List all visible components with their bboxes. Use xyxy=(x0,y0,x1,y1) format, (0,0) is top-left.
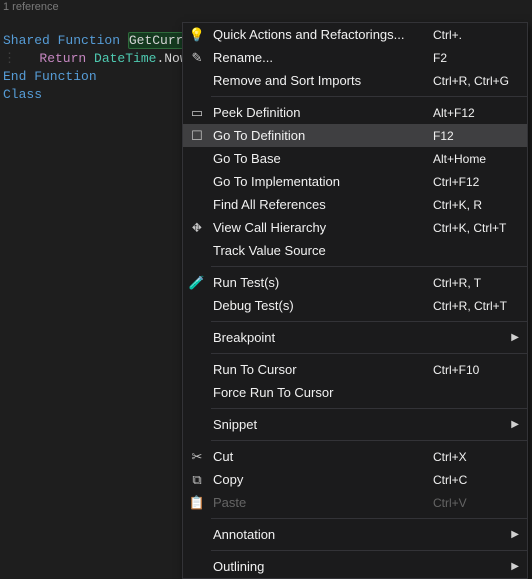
menu-item-label: Go To Definition xyxy=(211,128,423,143)
menu-item-label: Paste xyxy=(211,495,423,510)
keyword-end-function: End Function xyxy=(3,69,97,84)
menu-item-label: Track Value Source xyxy=(211,243,423,258)
rename-icon: ✎ xyxy=(183,50,211,66)
menu-item-shortcut: Ctrl+R, Ctrl+T xyxy=(423,299,509,313)
menu-item-label: Outlining xyxy=(211,559,423,574)
menu-item-shortcut: Ctrl+X xyxy=(423,450,509,464)
menu-item-shortcut: Ctrl+R, T xyxy=(423,276,509,290)
cut-icon: ✂ xyxy=(183,449,211,465)
menu-separator xyxy=(211,321,527,322)
menu-item-label: Go To Implementation xyxy=(211,174,423,189)
menu-item-label: Quick Actions and Refactorings... xyxy=(211,27,423,42)
menu-item-force-run-to-cursor[interactable]: Force Run To Cursor xyxy=(183,381,527,404)
menu-item-label: Rename... xyxy=(211,50,423,65)
menu-item-debug-test-s[interactable]: Debug Test(s)Ctrl+R, Ctrl+T xyxy=(183,294,527,317)
peek-icon: ▭ xyxy=(183,105,211,121)
menu-item-label: Snippet xyxy=(211,417,423,432)
lightbulb-icon: 💡 xyxy=(183,27,211,43)
menu-item-cut[interactable]: ✂CutCtrl+X xyxy=(183,445,527,468)
hierarchy-icon: ⛖ xyxy=(183,220,211,236)
menu-item-shortcut: Alt+F12 xyxy=(423,106,509,120)
menu-item-outlining[interactable]: Outlining ▶ xyxy=(183,555,527,578)
menu-item-shortcut: Ctrl+V xyxy=(423,496,509,510)
menu-item-shortcut: Ctrl+F10 xyxy=(423,363,509,377)
menu-item-label: Run To Cursor xyxy=(211,362,423,377)
menu-item-label: View Call Hierarchy xyxy=(211,220,423,235)
menu-item-label: Cut xyxy=(211,449,423,464)
menu-item-track-value-source[interactable]: Track Value Source xyxy=(183,239,527,262)
menu-item-rename[interactable]: ✎Rename...F2 xyxy=(183,46,527,69)
menu-item-label: Remove and Sort Imports xyxy=(211,73,423,88)
menu-item-label: Breakpoint xyxy=(211,330,423,345)
copy-icon: ⧉ xyxy=(183,472,211,488)
menu-item-shortcut: Ctrl+K, R xyxy=(423,198,509,212)
menu-item-label: Peek Definition xyxy=(211,105,423,120)
submenu-arrow-icon: ▶ xyxy=(509,332,519,343)
menu-item-breakpoint[interactable]: Breakpoint ▶ xyxy=(183,326,527,349)
menu-item-shortcut: F2 xyxy=(423,51,509,65)
menu-item-snippet[interactable]: Snippet ▶ xyxy=(183,413,527,436)
menu-item-find-all-references[interactable]: Find All ReferencesCtrl+K, R xyxy=(183,193,527,216)
menu-separator xyxy=(211,518,527,519)
menu-item-paste: 📋PasteCtrl+V xyxy=(183,491,527,514)
context-menu: 💡Quick Actions and Refactorings...Ctrl+.… xyxy=(182,22,528,579)
menu-item-shortcut: Alt+Home xyxy=(423,152,509,166)
menu-item-shortcut: Ctrl+. xyxy=(423,28,509,42)
paste-icon: 📋 xyxy=(183,495,211,511)
menu-item-label: Find All References xyxy=(211,197,423,212)
submenu-arrow-icon: ▶ xyxy=(509,419,519,430)
menu-item-label: Copy xyxy=(211,472,423,487)
keyword-shared-function: Shared Function xyxy=(3,33,120,48)
goto-icon: ☐ xyxy=(183,128,211,144)
menu-item-go-to-definition[interactable]: ☐Go To DefinitionF12 xyxy=(183,124,527,147)
menu-item-peek-definition[interactable]: ▭Peek DefinitionAlt+F12 xyxy=(183,101,527,124)
menu-item-label: Force Run To Cursor xyxy=(211,385,423,400)
submenu-arrow-icon: ▶ xyxy=(509,561,519,572)
menu-item-run-to-cursor[interactable]: Run To CursorCtrl+F10 xyxy=(183,358,527,381)
keyword-return: Return xyxy=(39,51,86,66)
menu-item-view-call-hierarchy[interactable]: ⛖View Call HierarchyCtrl+K, Ctrl+T xyxy=(183,216,527,239)
menu-item-remove-and-sort-imports[interactable]: Remove and Sort ImportsCtrl+R, Ctrl+G xyxy=(183,69,527,92)
menu-item-shortcut: Ctrl+C xyxy=(423,473,509,487)
menu-separator xyxy=(211,266,527,267)
menu-separator xyxy=(211,408,527,409)
run-test-icon: 🧪 xyxy=(183,275,211,291)
menu-item-quick-actions-and-refactorings[interactable]: 💡Quick Actions and Refactorings...Ctrl+. xyxy=(183,23,527,46)
keyword-class: Class xyxy=(3,87,42,102)
menu-item-label: Debug Test(s) xyxy=(211,298,423,313)
menu-separator xyxy=(211,550,527,551)
menu-item-shortcut: Ctrl+K, Ctrl+T xyxy=(423,221,509,235)
menu-item-shortcut: Ctrl+R, Ctrl+G xyxy=(423,74,509,88)
menu-separator xyxy=(211,96,527,97)
menu-item-shortcut: F12 xyxy=(423,129,509,143)
menu-separator xyxy=(211,440,527,441)
codelens-reference[interactable]: 1 reference xyxy=(0,0,532,14)
menu-item-run-test-s[interactable]: 🧪Run Test(s)Ctrl+R, T xyxy=(183,271,527,294)
menu-item-label: Go To Base xyxy=(211,151,423,166)
menu-item-go-to-base[interactable]: Go To BaseAlt+Home xyxy=(183,147,527,170)
menu-item-label: Run Test(s) xyxy=(211,275,423,290)
type-datetime: DateTime xyxy=(94,51,156,66)
menu-item-copy[interactable]: ⧉CopyCtrl+C xyxy=(183,468,527,491)
menu-item-shortcut: Ctrl+F12 xyxy=(423,175,509,189)
menu-item-go-to-implementation[interactable]: Go To ImplementationCtrl+F12 xyxy=(183,170,527,193)
menu-separator xyxy=(211,353,527,354)
indent-guide: ⋮ xyxy=(3,51,16,66)
